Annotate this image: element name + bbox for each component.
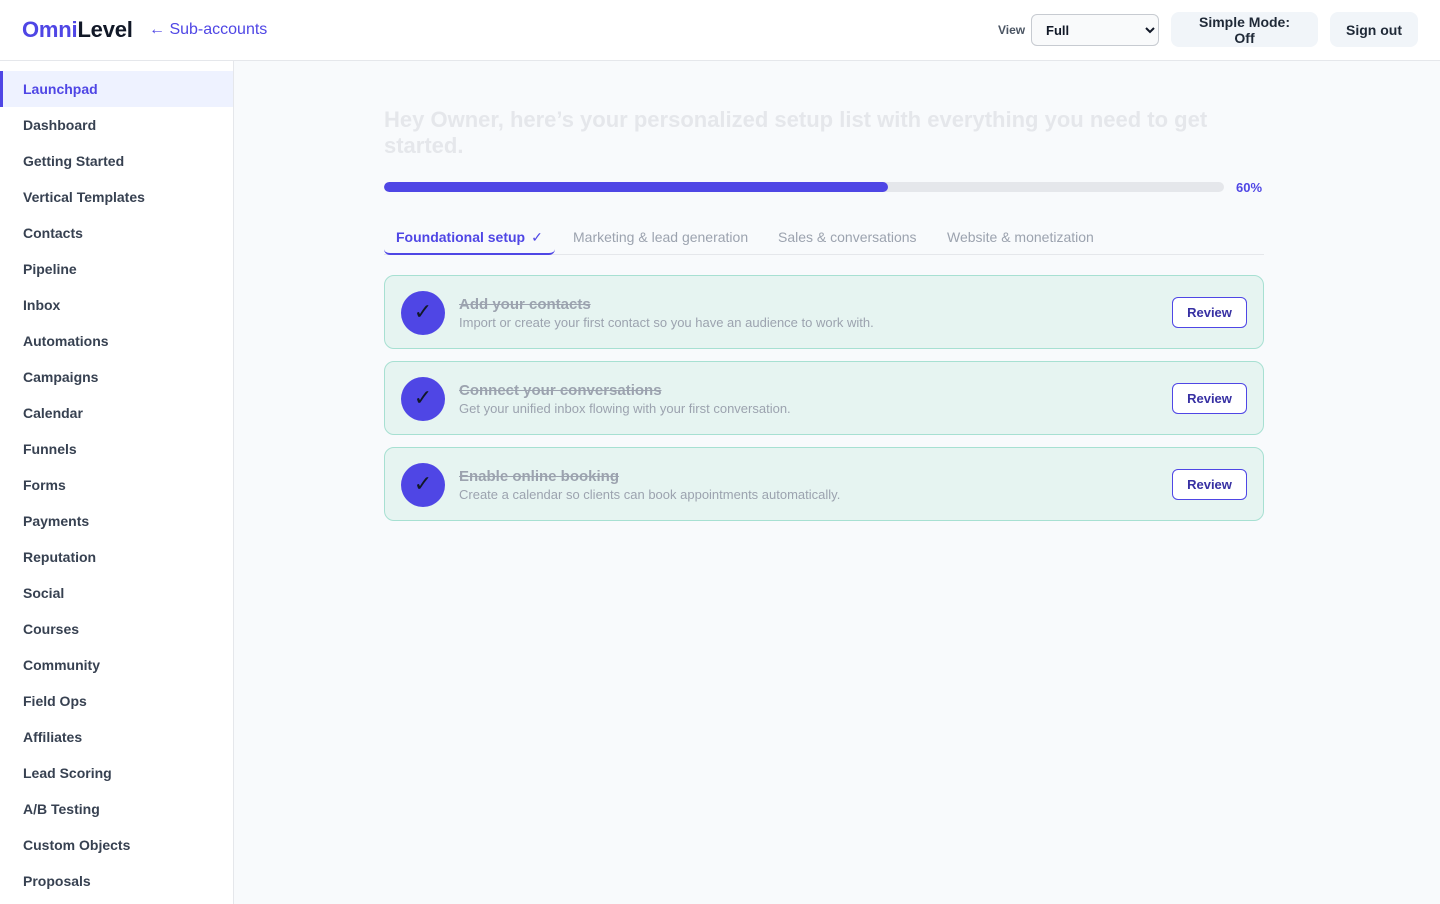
sidebar-item-contacts[interactable]: Contacts [0,215,233,251]
sidebar-item-forms[interactable]: Forms [0,467,233,503]
setup-progress-bar [384,182,1224,192]
sidebar-item-reputation[interactable]: Reputation [0,539,233,575]
completed-check-icon: ✓ [401,291,445,335]
tab-website-monetization[interactable]: Website & monetization [947,223,1094,255]
task-title: Add your contacts [459,296,591,313]
tab-foundational-setup[interactable]: Foundational setup ✓ [384,223,555,255]
sidebar-item-funnels[interactable]: Funnels [0,431,233,467]
task-title: Enable online booking [459,468,620,485]
review-button[interactable]: Review [1172,469,1247,500]
sidebar-item-calendar[interactable]: Calendar [0,395,233,431]
task-description: Create a calendar so clients can book ap… [459,487,841,502]
sub-accounts-back-link[interactable]: ← Sub-accounts [149,21,267,39]
sidebar-item-courses[interactable]: Courses [0,611,233,647]
sidebar-item-automations[interactable]: Automations [0,323,233,359]
tab-sales-conversations[interactable]: Sales & conversations [778,223,917,255]
setup-category-tabs: Foundational setup ✓ Marketing & lead gen… [384,223,1264,255]
sidebar-item-community[interactable]: Community [0,647,233,683]
sidebar-item-campaigns[interactable]: Campaigns [0,359,233,395]
review-button[interactable]: Review [1172,297,1247,328]
tab-label: Foundational setup [396,229,526,245]
sidebar-item-payments[interactable]: Payments [0,503,233,539]
sidebar: Launchpad Dashboard Getting Started Vertica… [0,61,234,904]
sidebar-item-custom-objects[interactable]: Custom Objects [0,827,233,863]
task-description: Get your unified inbox flowing with your… [459,401,791,416]
task-title: Connect your conversations [459,382,662,399]
sidebar-item-affiliates[interactable]: Affiliates [0,719,233,755]
logo-part-level: Level [77,17,133,42]
sidebar-item-pipeline[interactable]: Pipeline [0,251,233,287]
top-bar: OmniLevel ← Sub-accounts View Full Simpl… [0,0,1440,61]
task-card-add-contacts: ✓ Add your contacts Import or create you… [384,275,1264,349]
task-list: ✓ Add your contacts Import or create you… [384,275,1264,533]
completed-check-icon: ✓ [401,463,445,507]
view-label: View [998,23,1026,37]
setup-progress-percent: 60% [1236,180,1263,195]
sidebar-item-vertical-templates[interactable]: Vertical Templates [0,179,233,215]
sidebar-item-social[interactable]: Social [0,575,233,611]
page-headline: Hey Owner, here’s your personalized setu… [384,107,1208,158]
sidebar-item-inbox[interactable]: Inbox [0,287,233,323]
app-logo[interactable]: OmniLevel [22,17,133,43]
sidebar-item-getting-started[interactable]: Getting Started [0,143,233,179]
completed-check-icon: ✓ [401,377,445,421]
sidebar-item-lead-scoring[interactable]: Lead Scoring [0,755,233,791]
sidebar-item-launchpad[interactable]: Launchpad [0,71,233,107]
task-card-enable-online-booking: ✓ Enable online booking Create a calenda… [384,447,1264,521]
checkmark-icon: ✓ [531,229,543,245]
sidebar-item-a-b-testing[interactable]: A/B Testing [0,791,233,827]
review-button[interactable]: Review [1172,383,1247,414]
sidebar-item-dashboard[interactable]: Dashboard [0,107,233,143]
sidebar-item-field-ops[interactable]: Field Ops [0,683,233,719]
task-card-connect-conversations: ✓ Connect your conversations Get your un… [384,361,1264,435]
tab-marketing-lead-generation[interactable]: Marketing & lead generation [573,223,748,255]
setup-progress-fill [384,182,888,192]
view-select[interactable]: Full [1031,14,1159,46]
sidebar-item-proposals[interactable]: Proposals [0,863,233,899]
logo-part-omni: Omni [22,17,78,42]
sign-out-button[interactable]: Sign out [1330,12,1418,47]
simple-mode-toggle-button[interactable]: Simple Mode: Off [1171,12,1318,47]
task-description: Import or create your first contact so y… [459,315,874,330]
